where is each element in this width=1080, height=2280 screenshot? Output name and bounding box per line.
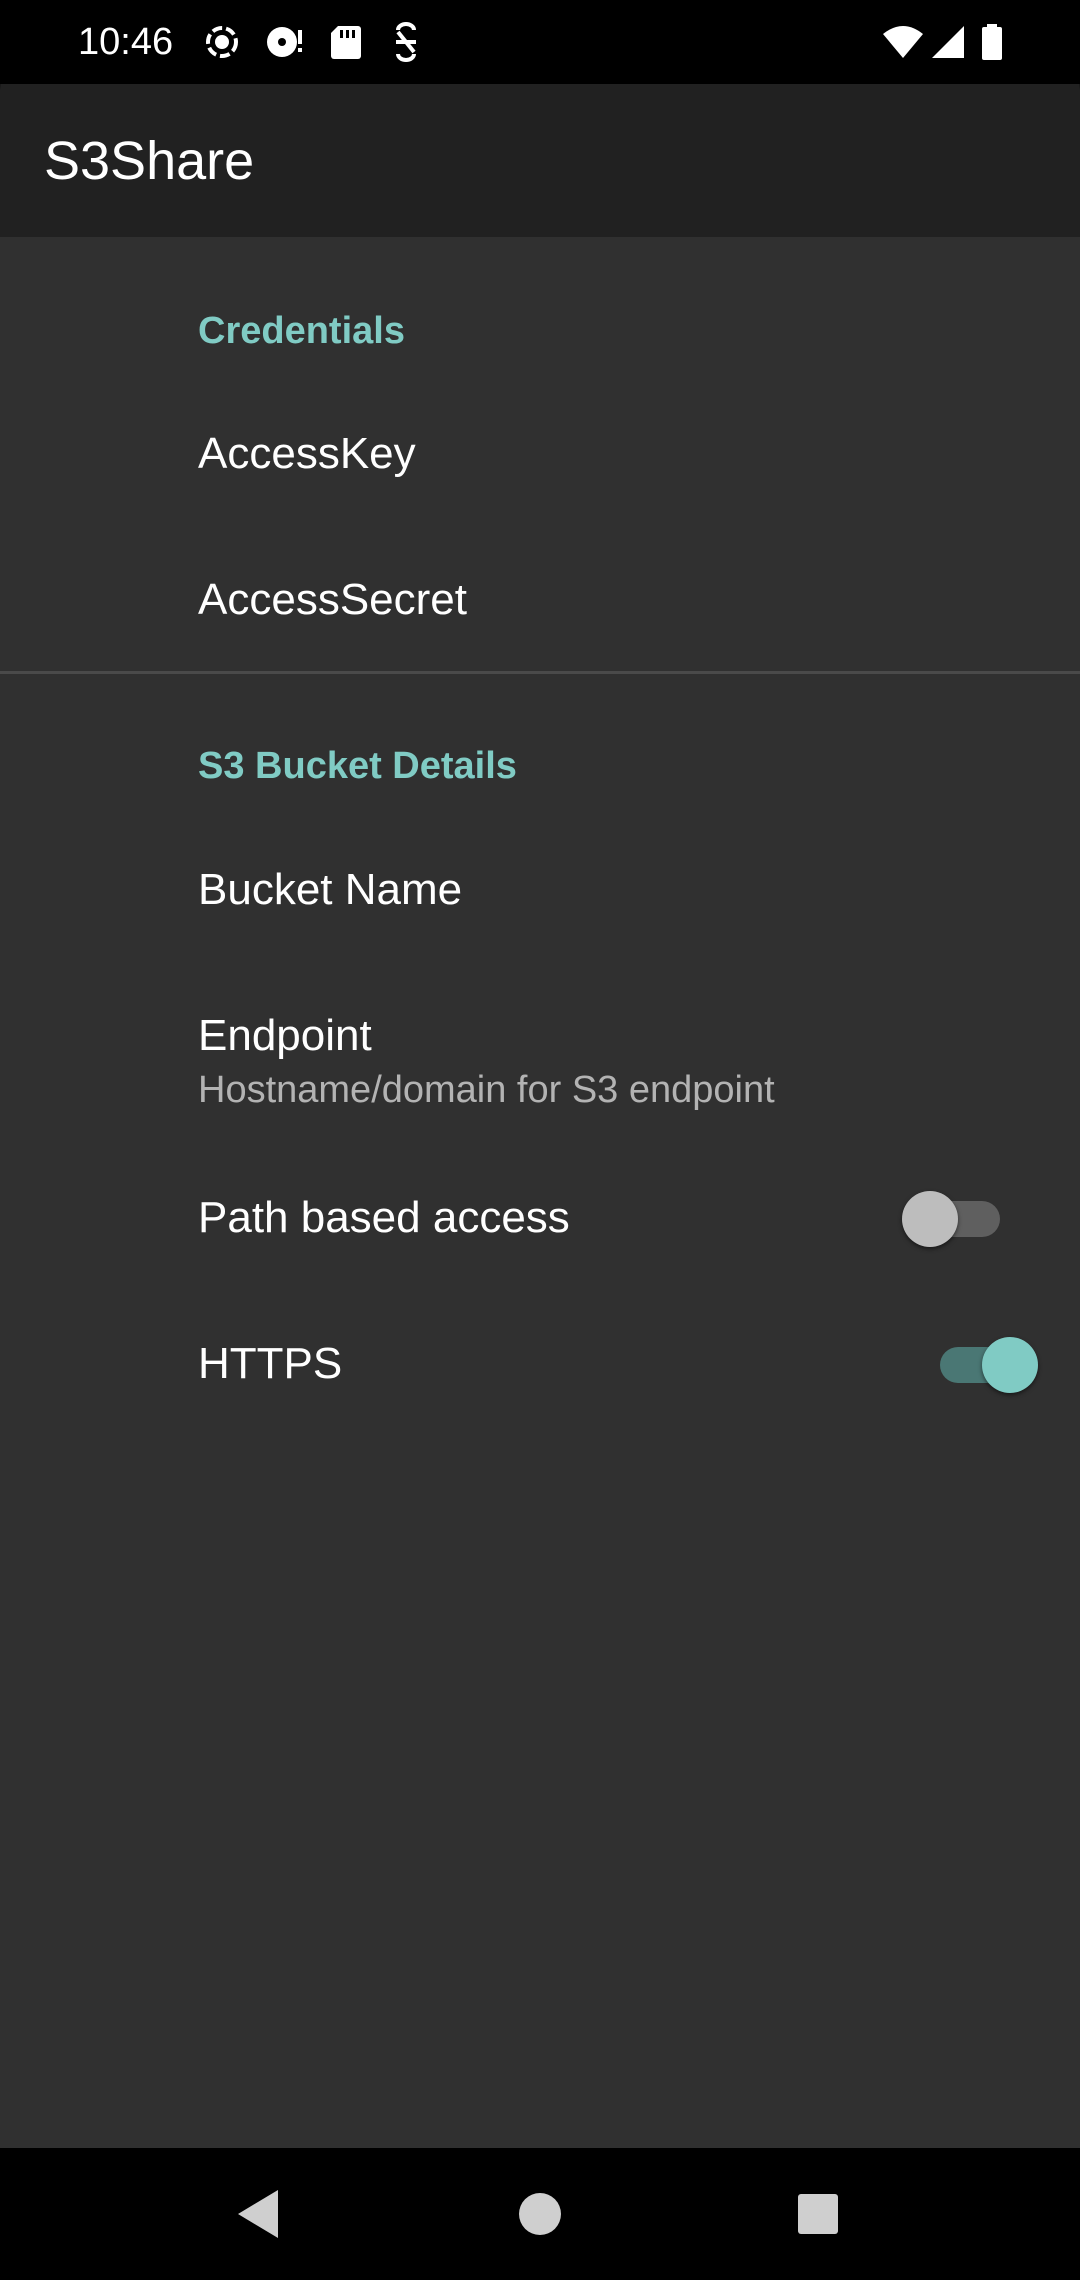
recents-icon[interactable]	[788, 2184, 848, 2244]
section-divider	[0, 671, 1080, 674]
accessibility-icon	[396, 22, 416, 62]
pref-https-title: HTTPS	[198, 1339, 343, 1388]
screen-record-icon	[206, 26, 238, 58]
pref-endpoint-summary: Hostname/domain for S3 endpoint	[198, 1069, 775, 1111]
pref-bucket-name-title: Bucket Name	[198, 865, 463, 914]
sd-card-icon	[331, 26, 361, 59]
wifi-icon	[883, 26, 923, 58]
pref-access-secret[interactable]: AccessSecret	[0, 527, 1080, 671]
app-title: S3Share	[44, 131, 255, 191]
pref-access-key-title: AccessKey	[198, 429, 416, 478]
pref-access-key[interactable]: AccessKey	[0, 381, 1080, 527]
switch-thumb	[902, 1191, 958, 1247]
pref-https[interactable]: HTTPS	[0, 1291, 1080, 1437]
category-bucket-details: S3 Bucket Details	[198, 745, 517, 787]
category-credentials: Credentials	[198, 310, 405, 352]
app-bar: S3Share	[0, 84, 1080, 237]
settings-list: Credentials AccessKey AccessSecret S3 Bu…	[0, 237, 1080, 2148]
pref-bucket-name[interactable]: Bucket Name	[0, 817, 1080, 963]
home-icon[interactable]	[510, 2184, 570, 2244]
switch-thumb	[982, 1337, 1038, 1393]
back-icon[interactable]	[230, 2184, 290, 2244]
pref-path-based-access[interactable]: Path based access	[0, 1145, 1080, 1291]
signal-icon	[932, 26, 964, 58]
pref-endpoint-title: Endpoint	[198, 1011, 372, 1060]
status-time: 10:46	[78, 21, 174, 63]
path-based-access-switch[interactable]	[902, 1184, 1014, 1254]
navigation-bar	[0, 2148, 1080, 2280]
status-bar: 10:46	[0, 0, 1080, 84]
battery-icon	[982, 24, 1002, 60]
pref-path-based-access-title: Path based access	[198, 1193, 570, 1242]
https-switch[interactable]	[926, 1330, 1038, 1400]
pref-endpoint[interactable]: Endpoint Hostname/domain for S3 endpoint	[0, 963, 1080, 1145]
phone-screen: 10:46 S3Share Credentials AccessKey Acce…	[0, 0, 1080, 2280]
pref-access-secret-title: AccessSecret	[198, 575, 467, 624]
disc-icon	[267, 27, 302, 57]
